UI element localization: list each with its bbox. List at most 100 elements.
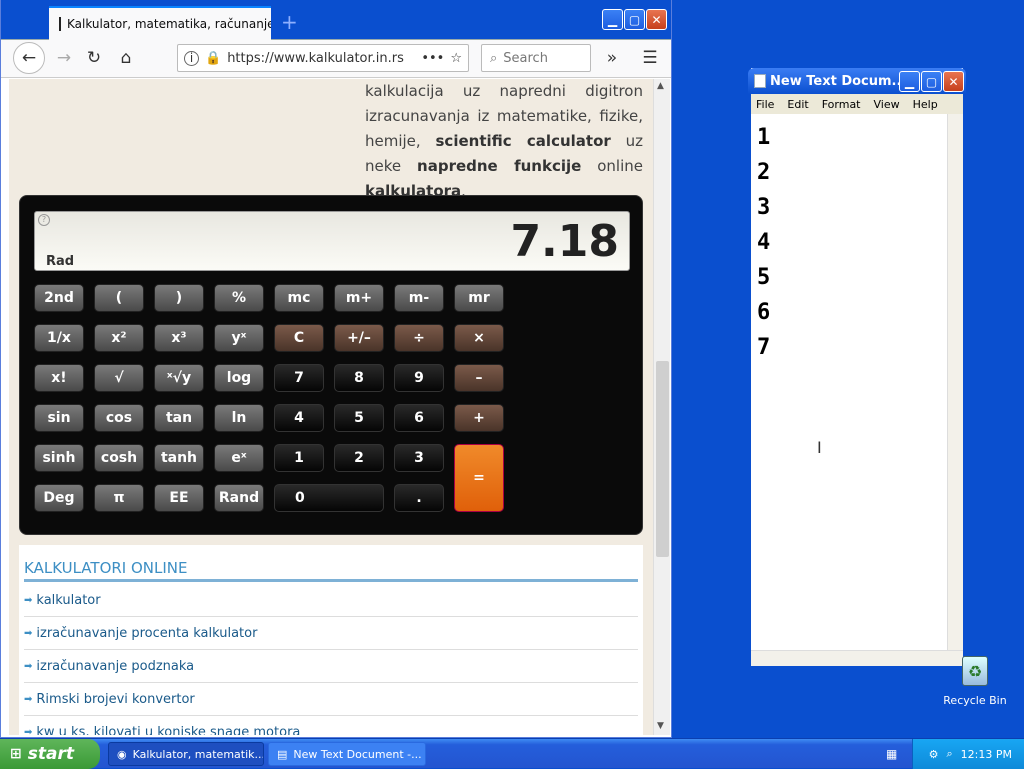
keyboard-icon[interactable]: ▦ [886, 747, 897, 761]
calc-key-11[interactable]: yˣ [214, 324, 264, 352]
calc-key-45[interactable]: . [394, 484, 444, 512]
menu-format[interactable]: Format [822, 98, 861, 111]
calc-key-41[interactable]: π [94, 484, 144, 512]
calc-key-20[interactable]: 7 [274, 364, 324, 392]
calc-key-13[interactable]: +/– [334, 324, 384, 352]
calc-key-7[interactable]: mr [454, 284, 504, 312]
calc-key-39[interactable]: = [454, 444, 504, 512]
calc-key-31[interactable]: + [454, 404, 504, 432]
notepad-maximize-button[interactable]: ▢ [921, 71, 942, 92]
calc-key-40[interactable]: Deg [34, 484, 84, 512]
calc-key-34[interactable]: tanh [154, 444, 204, 472]
menu-view[interactable]: View [874, 98, 900, 111]
info-icon[interactable]: i [184, 50, 199, 66]
calc-key-23[interactable]: – [454, 364, 504, 392]
back-button[interactable]: ← [13, 42, 45, 74]
list-item[interactable]: ➡ kalkulator [24, 585, 638, 617]
overflow-chevron-icon[interactable]: » [597, 43, 627, 73]
maximize-button[interactable]: ▢ [624, 9, 645, 30]
calc-key-42[interactable]: EE [154, 484, 204, 512]
calc-key-9[interactable]: x² [94, 324, 144, 352]
calc-key-27[interactable]: ln [214, 404, 264, 432]
list-item[interactable]: ➡ Rimski brojevi konvertor [24, 684, 638, 716]
page-scrollbar[interactable]: ▲ ▼ [653, 79, 670, 735]
calc-key-38[interactable]: 3 [394, 444, 444, 472]
calc-key-0[interactable]: 2nd [34, 284, 84, 312]
list-item[interactable]: ➡ izračunavanje podznaka [24, 651, 638, 683]
notepad-vertical-scrollbar[interactable] [947, 114, 963, 650]
calc-key-8[interactable]: 1/x [34, 324, 84, 352]
scientific-calculator: ? 7.18 Rad 2nd()% mc m+ m-mr 1/x x² x³ yˣ C +/– ÷ ×… [19, 195, 643, 535]
notepad-text-area[interactable]: 1 2 3 4 5 6 7 [757, 120, 770, 365]
calc-key-2[interactable]: ) [154, 284, 204, 312]
calc-key-32[interactable]: sinh [34, 444, 84, 472]
close-button[interactable]: ✕ [646, 9, 667, 30]
calc-key-28[interactable]: 4 [274, 404, 324, 432]
calc-key-29[interactable]: 5 [334, 404, 384, 432]
calc-key-6[interactable]: m- [394, 284, 444, 312]
list-item[interactable]: ➡ kw u ks, kilovati u konjske snage motor… [24, 717, 638, 735]
calc-key-25[interactable]: cos [94, 404, 144, 432]
help-icon[interactable]: ? [38, 214, 50, 226]
arrow-icon: ➡ [24, 628, 33, 639]
calc-key-44[interactable]: 0 [274, 484, 384, 512]
calc-key-21[interactable]: 8 [334, 364, 384, 392]
search-tray-icon[interactable]: ⌕ [947, 747, 953, 761]
notepad-horizontal-scrollbar[interactable] [751, 650, 963, 666]
calc-key-12[interactable]: C [274, 324, 324, 352]
notepad-task-icon: ▤ [277, 747, 288, 761]
menu-help[interactable]: Help [913, 98, 938, 111]
calc-key-33[interactable]: cosh [94, 444, 144, 472]
calc-key-22[interactable]: 9 [394, 364, 444, 392]
scroll-down-icon[interactable]: ▼ [657, 721, 664, 731]
list-item[interactable]: ➡ izračunavanje procenta kalkulator [24, 618, 638, 650]
calc-key-10[interactable]: x³ [154, 324, 204, 352]
calc-key-14[interactable]: ÷ [394, 324, 444, 352]
forward-button[interactable]: → [49, 43, 79, 73]
calc-key-17[interactable]: √ [94, 364, 144, 392]
minimize-button[interactable]: ▁ [602, 9, 623, 30]
calc-key-30[interactable]: 6 [394, 404, 444, 432]
calc-key-18[interactable]: ˣ√y [154, 364, 204, 392]
calc-key-43[interactable]: Rand [214, 484, 264, 512]
tab-kalkulator[interactable]: Kalkulator, matematika, računanje ✕ [49, 6, 271, 40]
taskbar: ⊞ start ◉ Kalkulator, matematik... ▤ New… [0, 738, 1024, 769]
taskbar-item-browser[interactable]: ◉ Kalkulator, matematik... [108, 742, 264, 766]
hamburger-menu-icon[interactable]: ☰ [635, 43, 665, 73]
link-text[interactable]: kw u ks, kilovati u konjske snage motora [36, 725, 300, 735]
page-actions-icon[interactable]: ••• [421, 51, 444, 66]
calc-key-4[interactable]: mc [274, 284, 324, 312]
calc-key-26[interactable]: tan [154, 404, 204, 432]
calc-key-19[interactable]: log [214, 364, 264, 392]
calc-key-37[interactable]: 2 [334, 444, 384, 472]
recycle-bin-icon[interactable]: ♻ [962, 656, 988, 686]
link-text[interactable]: kalkulator [36, 593, 100, 608]
home-button[interactable]: ⌂ [111, 43, 141, 73]
calc-key-36[interactable]: 1 [274, 444, 324, 472]
calc-key-24[interactable]: sin [34, 404, 84, 432]
link-text[interactable]: izračunavanje podznaka [36, 659, 194, 674]
link-text[interactable]: izračunavanje procenta kalkulator [36, 626, 257, 641]
menu-edit[interactable]: Edit [787, 98, 808, 111]
network-icon[interactable]: ⚙ [929, 748, 939, 761]
scrollbar-thumb[interactable] [656, 361, 669, 557]
calc-key-5[interactable]: m+ [334, 284, 384, 312]
notepad-close-button[interactable]: ✕ [943, 71, 964, 92]
new-tab-button[interactable]: + [281, 10, 298, 34]
bookmark-star-icon[interactable]: ☆ [450, 51, 462, 66]
taskbar-item-notepad[interactable]: ▤ New Text Document -... [268, 742, 426, 766]
calc-key-15[interactable]: × [454, 324, 504, 352]
url-bar[interactable]: i 🔒 https://www.kalkulator.in.rs ••• ☆ [177, 44, 469, 72]
reload-button[interactable]: ↻ [79, 43, 109, 73]
start-button[interactable]: ⊞ start [0, 739, 100, 769]
calc-key-3[interactable]: % [214, 284, 264, 312]
search-input[interactable]: ⌕ Search [481, 44, 591, 72]
calc-key-35[interactable]: eˣ [214, 444, 264, 472]
link-text[interactable]: Rimski brojevi konvertor [36, 692, 194, 707]
notepad-minimize-button[interactable]: ▁ [899, 71, 920, 92]
calc-key-1[interactable]: ( [94, 284, 144, 312]
scroll-up-icon[interactable]: ▲ [657, 81, 664, 91]
url-text[interactable]: https://www.kalkulator.in.rs [227, 51, 404, 66]
menu-file[interactable]: File [756, 98, 774, 111]
calc-key-16[interactable]: x! [34, 364, 84, 392]
